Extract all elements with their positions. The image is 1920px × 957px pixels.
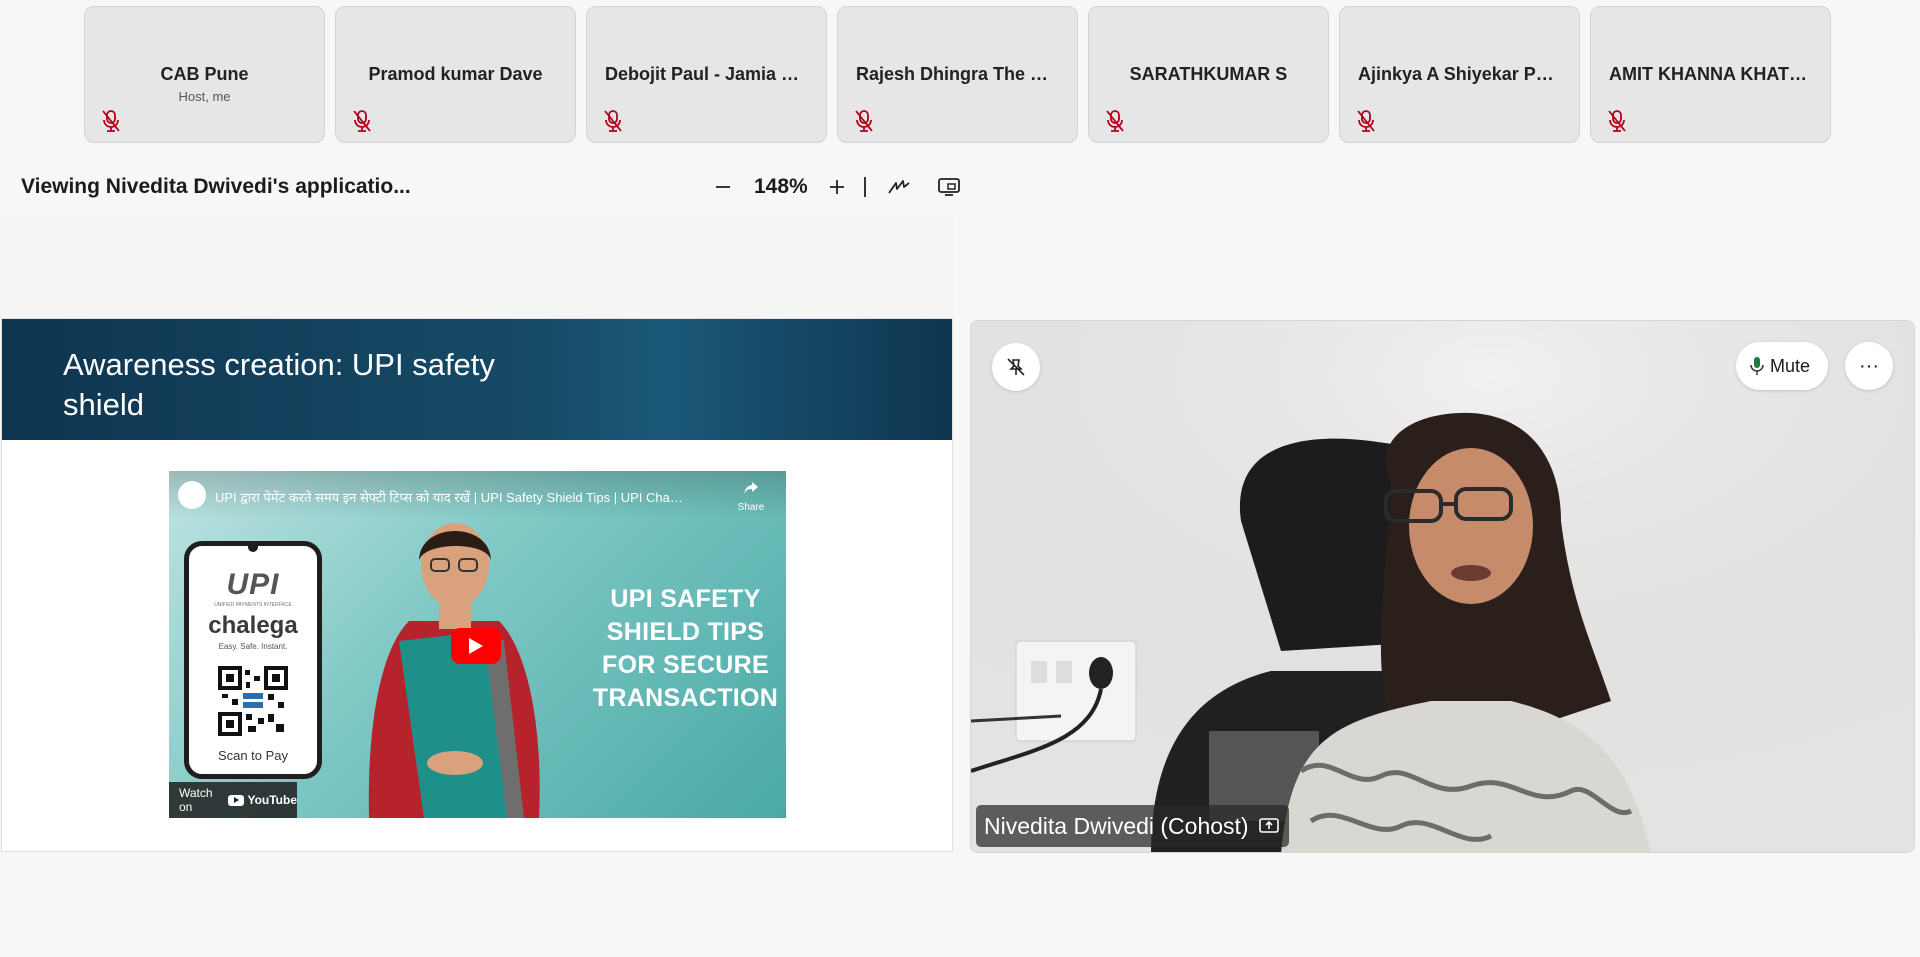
participant-name: Ajinkya A Shiyekar Patil [1358,64,1562,84]
camera-feed [971,321,1914,852]
viewing-title: Viewing Nivedita Dwivedi's applicatio... [21,175,411,198]
watch-on-label: Watch on [179,786,213,814]
muted-mic-icon [1357,110,1375,132]
annotate-icon [887,180,910,194]
share-arrow-icon [744,482,758,494]
more-options-button[interactable]: ··· [1845,342,1893,390]
mute-label: Mute [1769,355,1810,376]
screen-share-icon [1258,818,1279,833]
participant-name: Rajesh Dhingra The Vai... [856,64,1072,84]
participant-role: Host, me [178,89,231,104]
embedded-video[interactable]: UPI द्वारा पेमेंट करते समय इन सेफ्टी टिप… [169,471,786,818]
unpin-icon [1007,358,1025,376]
participant-name: SARATHKUMAR S [1129,64,1288,84]
zoom-in-icon [829,180,844,194]
participant-name: CAB Pune [160,64,249,84]
participant-name: Pramod kumar Dave [368,64,543,84]
share-label: Share [737,502,765,513]
annotate-button[interactable] [884,172,914,202]
upi-logo-subtitle: UNIFIED PAYMENTS INTERFACE [214,602,292,608]
shared-content-area: Awareness creation: UPI safety shield UP… [0,217,954,852]
youtube-logo: YouTube [228,793,297,807]
participant-tile[interactable]: CAB Pune Host, me [84,6,325,143]
participant-tile[interactable]: Rajesh Dhingra The Vai... [837,6,1078,143]
mute-participant-button[interactable]: Mute [1735,342,1828,390]
zoom-in-button[interactable] [822,172,852,202]
muted-mic-icon [353,110,371,132]
zoom-out-button[interactable] [708,172,738,202]
pin-button[interactable] [992,343,1040,391]
presentation-slide: Awareness creation: UPI safety shield UP… [1,318,953,852]
microphone-icon [1750,357,1764,375]
pop-out-button[interactable] [934,172,964,202]
slide-heading: Awareness creation: UPI safety shield [63,347,495,422]
participant-tile[interactable]: AMIT KHANNA KHATT... [1590,6,1831,143]
video-play-button[interactable] [451,628,501,664]
muted-mic-icon [855,110,873,132]
participant-video-tile[interactable]: Mute ··· Nivedita Dwivedi (Cohost) [970,320,1915,853]
zoom-toolbar: 148% [708,172,964,202]
phone-scan-label: Scan to Pay [217,748,289,763]
participant-name-tag: Nivedita Dwivedi (Cohost) [976,805,1289,847]
muted-mic-icon [102,110,120,132]
zoom-level: 148% [754,175,808,198]
more-options-icon: ··· [1859,354,1879,377]
phone-brand: chalega [208,612,298,639]
participant-name: Debojit Paul - Jamia Co... [605,64,821,84]
participant-tile[interactable]: Ajinkya A Shiyekar Patil [1339,6,1580,143]
youtube-play-icon [228,794,245,806]
watch-on-youtube-link[interactable]: Watch on YouTube [169,782,297,818]
slide-banner: Awareness creation: UPI safety shield [2,319,952,440]
muted-mic-icon [604,110,622,132]
zoom-out-icon [716,186,730,188]
phone-graphic: UPI UNIFIED PAYMENTS INTERFACE chalega E… [184,541,322,779]
participant-tile[interactable]: SARATHKUMAR S [1088,6,1329,143]
pop-out-icon [937,178,960,196]
participant-name: AMIT KHANNA KHATT... [1609,64,1813,84]
upi-logo: UPI [226,568,280,601]
participant-strip: CAB Pune Host, me Pramod kumar Dave Debo… [84,6,1831,143]
qr-code-icon [218,666,288,736]
youtube-label: YouTube [247,793,297,807]
toolbar-divider [863,177,866,197]
participant-tile[interactable]: Debojit Paul - Jamia Co... [586,6,827,143]
video-caption: UPI SAFETY SHIELD TIPS FOR SECURE TRANSA… [592,585,779,712]
phone-tagline: Easy. Safe. Instant. [218,642,288,651]
channel-avatar[interactable] [178,481,206,509]
muted-mic-icon [1608,110,1626,132]
muted-mic-icon [1106,110,1124,132]
participant-tile[interactable]: Pramod kumar Dave [335,6,576,143]
video-share-button[interactable]: Share [734,481,768,513]
play-icon [469,638,483,654]
participant-name: Nivedita Dwivedi (Cohost) [984,812,1249,839]
phone-notch [248,544,258,552]
